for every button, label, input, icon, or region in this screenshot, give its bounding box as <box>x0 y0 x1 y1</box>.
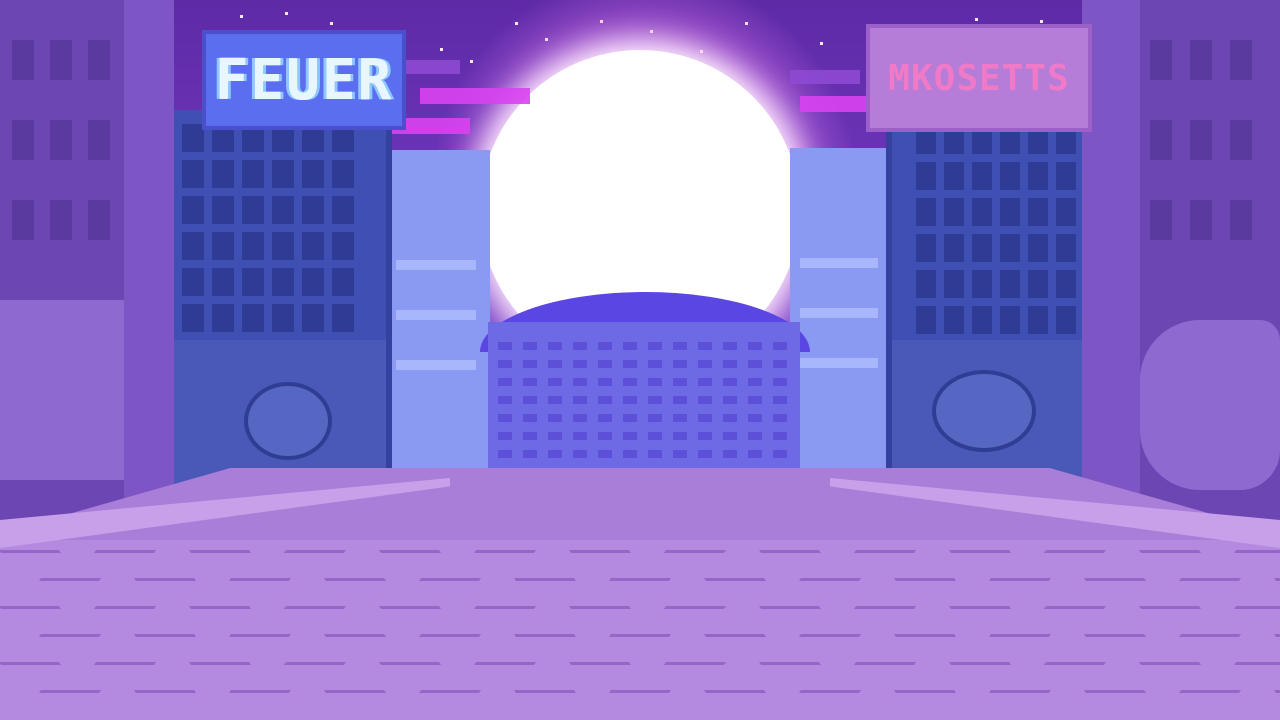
cloud-face-doodle-icon <box>244 382 332 460</box>
purple-cloud <box>790 70 860 84</box>
street-foreground <box>0 540 1280 720</box>
building-right <box>886 112 1096 510</box>
far-city-block <box>488 322 800 472</box>
purple-cloud <box>400 60 460 74</box>
feuer-sign: FEUER <box>202 30 406 130</box>
far-tower-left <box>386 150 490 472</box>
magenta-cloud <box>420 88 530 104</box>
far-tower-right <box>790 148 890 472</box>
right-shop-sign-text: MKOSETTS <box>888 57 1070 99</box>
cloud-doodle-icon <box>932 370 1036 452</box>
star <box>330 22 333 25</box>
right-shop-sign: MKOSETTS <box>866 24 1092 132</box>
star <box>1040 20 1043 23</box>
foreground-building-left <box>0 0 174 520</box>
star <box>975 18 978 21</box>
star <box>820 42 823 45</box>
feuer-sign-text: FEUER <box>214 47 394 113</box>
game-scene: FEUER MKOSETTS <box>0 0 1280 720</box>
star <box>285 12 288 15</box>
foreground-building-right <box>1082 0 1280 520</box>
star <box>440 48 443 51</box>
building-left <box>168 110 392 510</box>
star <box>240 15 243 18</box>
